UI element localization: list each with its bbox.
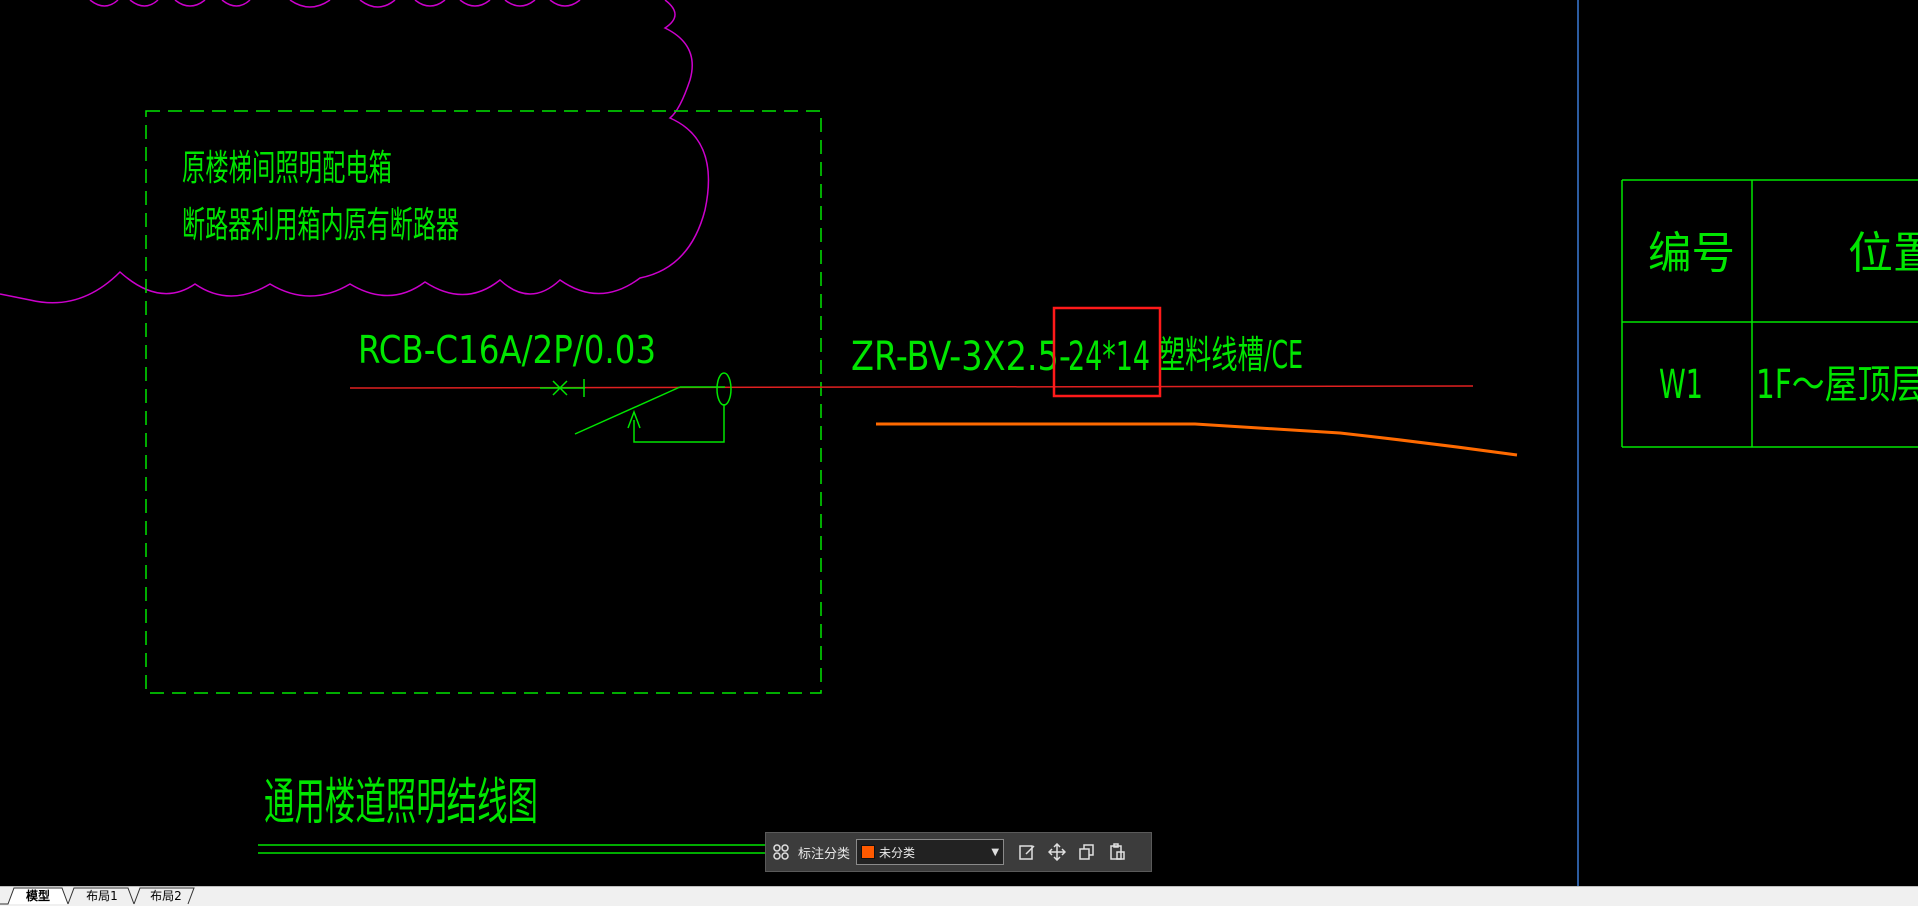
cad-drawing-canvas[interactable]: 原楼梯间照明配电箱 断路器利用箱内原有断路器 RCB-C16A/2P/0.03 … (0, 0, 1918, 886)
table-header-location: 位置 (1848, 228, 1918, 279)
category-selected-value: 未分类 (879, 845, 916, 860)
paste-icon[interactable] (1102, 837, 1132, 867)
cable-label-suffix: 塑料线槽/CE (1159, 333, 1303, 377)
chevron-down-icon: ▼ (991, 846, 1000, 858)
box-note-line1: 原楼梯间照明配电箱 (182, 148, 392, 189)
move-icon[interactable] (1042, 837, 1072, 867)
table-header-number: 编号 (1648, 228, 1735, 279)
edit-icon[interactable] (1012, 837, 1042, 867)
category-label: 标注分类 (798, 846, 851, 862)
tab-layout2[interactable]: 布局2 (140, 888, 192, 905)
table-cell-location: 1F～屋顶层楼 (1756, 362, 1918, 408)
copy-icon[interactable] (1072, 837, 1102, 867)
breaker-symbol (540, 372, 732, 443)
table-cell-w1: W1 (1659, 362, 1703, 408)
breaker-label: RCB-C16A/2P/0.03 (358, 328, 656, 372)
category-color-swatch (861, 845, 876, 859)
annotation-toolbar: 标注分类 未分类 ▼ (765, 832, 1152, 872)
diagram-title: 通用楼道照明结线图 (264, 773, 538, 831)
orange-polyline (876, 422, 1518, 457)
category-select[interactable]: 未分类 ▼ (856, 839, 1005, 865)
tab-model[interactable]: 模型 (14, 888, 62, 905)
box-note-line2: 断路器利用箱内原有断路器 (182, 205, 459, 246)
layout-tab-bar: 模型 布局1 布局2 (0, 886, 1918, 906)
cable-label-prefix: ZR-BV-3X2.5- (851, 334, 1071, 380)
tab-layout1[interactable]: 布局1 (76, 888, 128, 905)
circuit-line (349, 385, 1474, 389)
cable-label-highlight: 24*14 (1068, 334, 1150, 380)
grid-icon[interactable] (766, 837, 796, 867)
